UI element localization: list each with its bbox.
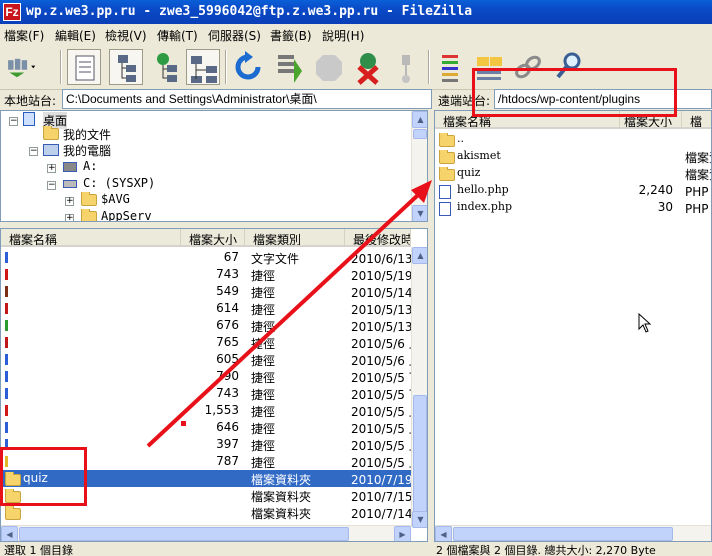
annotation-arrow: [146, 180, 432, 448]
